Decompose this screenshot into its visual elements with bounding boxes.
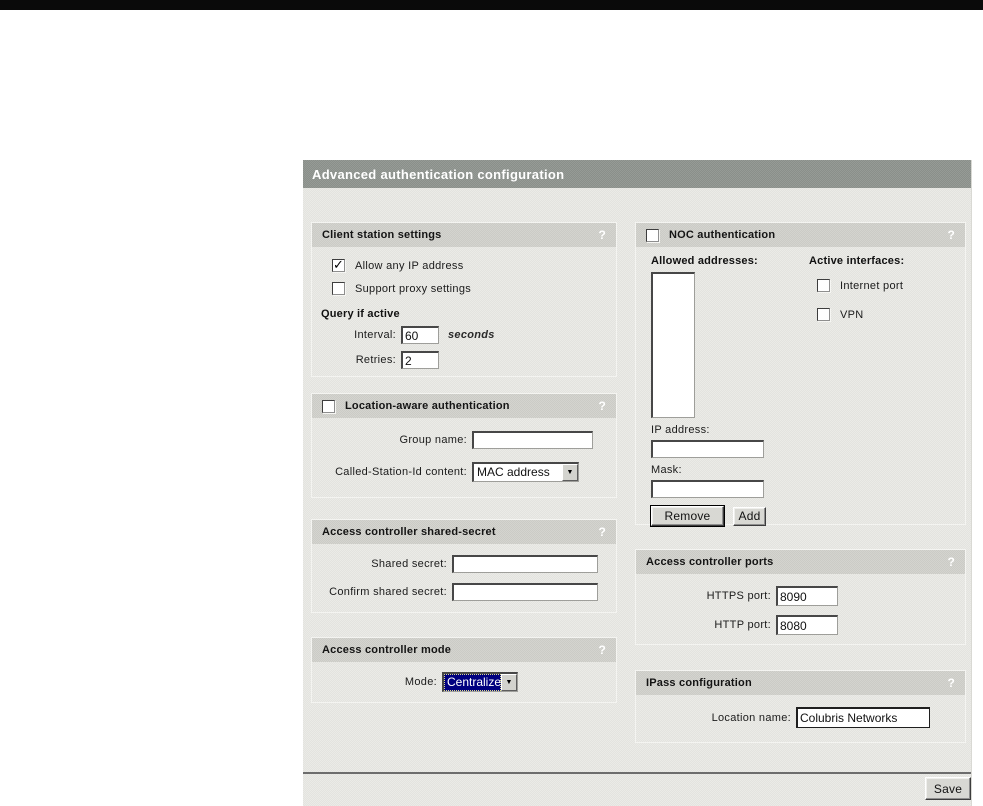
ip-address-input[interactable] xyxy=(651,440,764,458)
help-icon[interactable]: ? xyxy=(598,525,606,539)
panel-access-controller-ports: Access controller ports ? HTTPS port: HT… xyxy=(635,549,966,645)
mode-value: Centralized xyxy=(444,674,501,691)
http-port-label: HTTP port: xyxy=(714,619,771,631)
panel-mode-header: Access controller mode ? xyxy=(312,638,616,662)
panel-ports-body: HTTPS port: HTTP port: xyxy=(636,586,965,635)
confirm-shared-secret-label: Confirm shared secret: xyxy=(329,586,447,598)
mask-label: Mask: xyxy=(651,464,682,476)
panel-noc-body: Allowed addresses: IP address: Mask: Rem… xyxy=(636,247,965,526)
page-title-bar: Advanced authentication configuration xyxy=(303,160,971,188)
checkmark-icon: ✓ xyxy=(333,257,344,272)
panel-location-aware: Location-aware authentication ? Group na… xyxy=(311,393,617,498)
panel-location-aware-title: Location-aware authentication xyxy=(345,400,510,412)
interval-unit-label: seconds xyxy=(448,329,495,341)
retries-label: Retries: xyxy=(355,354,396,366)
location-name-input[interactable] xyxy=(796,707,930,728)
https-port-label: HTTPS port: xyxy=(706,590,771,602)
help-icon[interactable]: ? xyxy=(598,228,606,242)
interval-label: Interval: xyxy=(354,329,396,341)
panel-client-station-body: ✓ Allow any IP address Support proxy set… xyxy=(312,257,616,369)
panel-mode-body: Mode: Centralized ▼ xyxy=(312,672,616,692)
panel-access-controller-mode: Access controller mode ? Mode: Centraliz… xyxy=(311,637,617,703)
footer-separator xyxy=(303,772,971,774)
panel-shared-secret-body: Shared secret: Confirm shared secret: xyxy=(312,555,616,601)
panel-ipass-configuration: IPass configuration ? Location name: xyxy=(635,670,966,743)
help-icon[interactable]: ? xyxy=(598,643,606,657)
interval-input[interactable] xyxy=(401,326,439,344)
allowed-addresses-label: Allowed addresses: xyxy=(651,255,758,267)
panel-mode-title: Access controller mode xyxy=(322,644,452,656)
internet-port-checkbox[interactable] xyxy=(817,279,830,292)
panel-ipass-body: Location name: xyxy=(636,707,965,728)
help-icon[interactable]: ? xyxy=(947,555,955,569)
ip-address-label: IP address: xyxy=(651,424,710,436)
support-proxy-label: Support proxy settings xyxy=(355,282,472,295)
advanced-auth-config-window: Advanced authentication configuration Cl… xyxy=(303,160,972,806)
panel-noc-authentication: NOC authentication ? Allowed addresses: … xyxy=(635,222,966,526)
allowed-addresses-listbox[interactable] xyxy=(651,272,695,418)
called-station-id-dropdown[interactable]: MAC address ▼ xyxy=(472,462,579,482)
active-interfaces-label: Active interfaces: xyxy=(809,255,905,267)
internet-port-label: Internet port xyxy=(840,279,904,292)
panel-ipass-title: IPass configuration xyxy=(646,677,752,689)
add-button[interactable]: Add xyxy=(733,506,766,526)
panel-client-station-header: Client station settings ? xyxy=(312,223,616,247)
chevron-down-icon[interactable]: ▼ xyxy=(501,674,517,691)
panel-ipass-header: IPass configuration ? xyxy=(636,671,965,695)
called-station-id-label: Called-Station-Id content: xyxy=(335,466,467,478)
page-title: Advanced authentication configuration xyxy=(312,166,565,182)
panel-noc-header: NOC authentication ? xyxy=(636,223,965,247)
support-proxy-checkbox[interactable] xyxy=(332,282,345,295)
allow-any-ip-label: Allow any IP address xyxy=(355,259,464,272)
mode-dropdown[interactable]: Centralized ▼ xyxy=(442,672,518,692)
panel-client-station-settings: Client station settings ? ✓ Allow any IP… xyxy=(311,222,617,377)
panel-shared-secret: Access controller shared-secret ? Shared… xyxy=(311,519,617,613)
help-icon[interactable]: ? xyxy=(598,399,606,413)
called-station-id-value: MAC address xyxy=(477,465,550,479)
http-port-input[interactable] xyxy=(776,615,838,635)
chevron-down-icon[interactable]: ▼ xyxy=(562,464,578,481)
save-button[interactable]: Save xyxy=(925,777,971,800)
query-if-active-label: Query if active xyxy=(321,308,400,320)
noc-enable-checkbox[interactable] xyxy=(646,228,659,242)
location-name-label: Location name: xyxy=(711,711,791,724)
allow-any-ip-checkbox[interactable]: ✓ xyxy=(332,257,345,272)
panel-location-aware-body: Group name: Called-Station-Id content: M… xyxy=(312,431,616,482)
vpn-checkbox[interactable] xyxy=(817,308,830,321)
https-port-input[interactable] xyxy=(776,586,838,606)
help-icon[interactable]: ? xyxy=(947,676,955,690)
panel-ports-title: Access controller ports xyxy=(646,556,774,568)
panel-ports-header: Access controller ports ? xyxy=(636,550,965,574)
mode-label: Mode: xyxy=(404,676,437,688)
panel-client-station-title: Client station settings xyxy=(322,229,442,241)
panel-location-aware-header: Location-aware authentication ? xyxy=(312,394,616,418)
group-name-label: Group name: xyxy=(399,434,467,446)
shared-secret-input[interactable] xyxy=(452,555,598,573)
panel-shared-secret-header: Access controller shared-secret ? xyxy=(312,520,616,544)
panel-shared-secret-title: Access controller shared-secret xyxy=(322,526,496,538)
group-name-input[interactable] xyxy=(472,431,593,449)
panel-noc-title: NOC authentication xyxy=(669,229,776,241)
vpn-label: VPN xyxy=(840,308,864,321)
remove-button[interactable]: Remove xyxy=(651,506,724,526)
location-aware-enable-checkbox[interactable] xyxy=(322,399,335,413)
retries-input[interactable] xyxy=(401,351,439,369)
shared-secret-label: Shared secret: xyxy=(371,558,447,570)
top-black-bar xyxy=(0,0,983,10)
mask-input[interactable] xyxy=(651,480,764,498)
help-icon[interactable]: ? xyxy=(947,228,955,242)
confirm-shared-secret-input[interactable] xyxy=(452,583,598,601)
